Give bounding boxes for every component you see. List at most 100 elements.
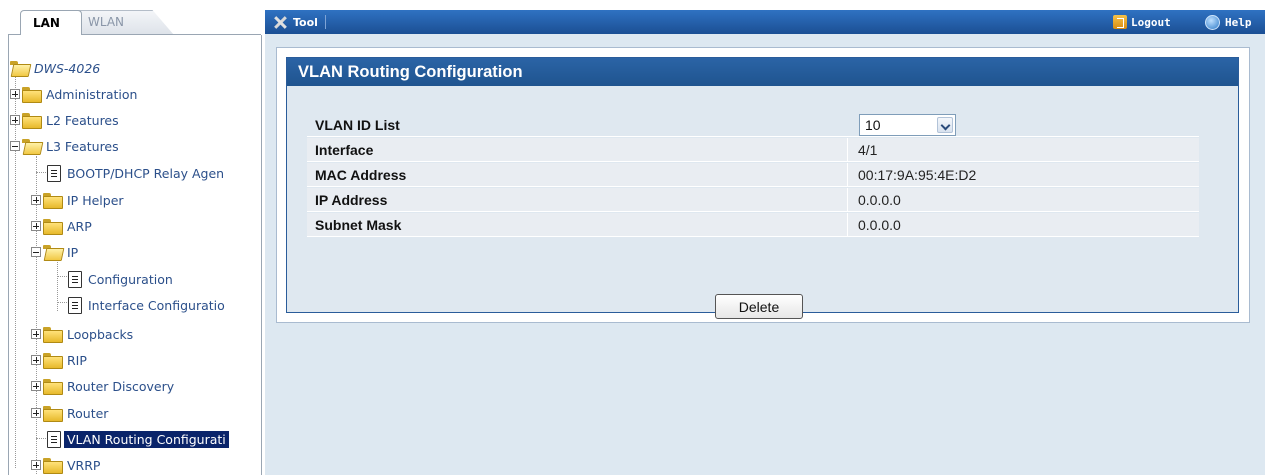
tree-item-bootp-dhcp-relay[interactable]: BOOTP/DHCP Relay Agen [44, 160, 224, 186]
tree-item-label: VRRP [67, 457, 101, 473]
collapse-minus-icon[interactable] [31, 247, 41, 257]
main-content: VLAN Routing Configuration VLAN ID List … [265, 34, 1265, 475]
row-label: MAC Address [315, 167, 407, 183]
vlan-id-select-value: 10 [865, 117, 881, 133]
tree-item-router-discovery[interactable]: Router Discovery [31, 373, 174, 399]
cell-divider [847, 188, 848, 212]
page-title: VLAN Routing Configuration [298, 63, 523, 81]
page-icon [68, 296, 82, 314]
logout-label: Logout [1131, 15, 1171, 29]
help-label: Help [1225, 15, 1252, 29]
folder-open-icon [22, 139, 40, 153]
tab-wlan[interactable]: WLAN [76, 10, 168, 35]
expand-plus-icon[interactable] [31, 221, 41, 231]
row-label: Subnet Mask [315, 217, 402, 233]
tree-item-interface-configuration[interactable]: Interface Configuratio [65, 292, 225, 318]
tree-root-label: DWS-4026 [34, 60, 101, 76]
tree-item-vrrp[interactable]: VRRP [31, 452, 100, 475]
tools-icon [272, 15, 288, 29]
folder-icon [43, 219, 63, 235]
folder-icon [43, 327, 63, 343]
row-label: Interface [315, 142, 374, 158]
top-toolbar: Tool Logout Help [265, 10, 1265, 34]
tree-item-ip-helper[interactable]: IP Helper [31, 187, 124, 213]
tree-item-label: L3 Features [46, 138, 119, 154]
tree-item-loopbacks[interactable]: Loopbacks [31, 321, 133, 347]
chevron-down-icon[interactable] [937, 117, 953, 133]
tree-item-label: Administration [46, 86, 138, 102]
expand-plus-icon[interactable] [31, 381, 41, 391]
collapse-minus-icon[interactable] [10, 141, 20, 151]
tree-item-vlan-routing-configuration[interactable]: VLAN Routing Configurati [44, 426, 229, 452]
row-value: 4/1 [858, 142, 878, 158]
tree-item-arp[interactable]: ARP [31, 213, 92, 239]
tree-item-label: IP Helper [67, 192, 124, 208]
cell-divider [847, 138, 848, 162]
expand-plus-icon[interactable] [31, 408, 41, 418]
row-label: IP Address [315, 192, 388, 208]
tree-item-label: Interface Configuratio [88, 297, 225, 313]
tree-item-label: VLAN Routing Configurati [64, 430, 229, 448]
cell-divider [847, 163, 848, 187]
logout-icon [1113, 15, 1127, 29]
panel-header: VLAN Routing Configuration [287, 58, 1238, 86]
tree-item-label: Router Discovery [67, 378, 175, 394]
row-label: VLAN ID List [315, 117, 400, 133]
expand-plus-icon[interactable] [31, 329, 41, 339]
tab-lan[interactable]: LAN [20, 10, 82, 35]
help-icon [1205, 14, 1220, 30]
tree-item-label: IP [67, 244, 79, 260]
expand-plus-icon[interactable] [31, 195, 41, 205]
config-panel: VLAN Routing Configuration VLAN ID List … [276, 47, 1250, 323]
tool-menu-button[interactable]: Tool [272, 10, 318, 34]
table-row-vlan-id: VLAN ID List 10 [307, 113, 1199, 137]
expand-plus-icon[interactable] [31, 355, 41, 365]
panel-body: VLAN ID List 10 Interface 4/1 MAC Addres… [287, 86, 1238, 312]
expand-plus-icon[interactable] [31, 460, 41, 470]
tree-item-label: Configuration [88, 271, 173, 287]
tree-item-label: Loopbacks [67, 326, 134, 342]
tree-item-router[interactable]: Router [31, 400, 108, 426]
expand-plus-icon[interactable] [10, 89, 20, 99]
page-icon [47, 164, 61, 182]
tree-item-label: RIP [67, 352, 87, 368]
table-row-subnet-mask: Subnet Mask 0.0.0.0 [307, 213, 1199, 237]
table-row-mac-address: MAC Address 00:17:9A:95:4E:D2 [307, 163, 1199, 187]
row-value: 0.0.0.0 [858, 192, 901, 208]
table-row-ip-address: IP Address 0.0.0.0 [307, 188, 1199, 212]
tree-item-ip-configuration[interactable]: Configuration [65, 266, 173, 292]
tool-label: Tool [293, 15, 318, 29]
row-value: 00:17:9A:95:4E:D2 [858, 167, 977, 183]
logout-button[interactable]: Logout [1113, 10, 1171, 34]
folder-icon [43, 458, 63, 474]
page-icon [68, 270, 82, 288]
expand-plus-icon[interactable] [10, 115, 20, 125]
tree-connector [57, 259, 58, 311]
delete-button[interactable]: Delete [715, 294, 803, 319]
folder-open-icon [43, 245, 61, 259]
tree-item-ip[interactable]: IP [31, 239, 78, 265]
folder-icon [22, 87, 42, 103]
tree-item-label: BOOTP/DHCP Relay Agen [67, 165, 225, 181]
sidebar-left-border [8, 35, 9, 475]
sidebar-right-border [261, 35, 262, 475]
cell-divider [847, 213, 848, 237]
tree-item-l2-features[interactable]: L2 Features [10, 107, 119, 133]
folder-icon [43, 406, 63, 422]
tree-item-label: ARP [67, 218, 92, 234]
help-button[interactable]: Help [1205, 10, 1252, 34]
navigation-pane: LAN WLAN DWS-4026 Administration L2 Feat… [0, 0, 265, 475]
folder-icon [43, 193, 63, 209]
tree-root[interactable]: DWS-4026 [10, 55, 100, 81]
folder-icon [43, 353, 63, 369]
row-value: 0.0.0.0 [858, 217, 901, 233]
tree-item-administration[interactable]: Administration [10, 81, 137, 107]
folder-icon [22, 113, 42, 129]
navigation-tree: DWS-4026 Administration L2 Features L3 F… [10, 54, 260, 475]
tree-item-label: Router [67, 405, 109, 421]
vlan-id-select[interactable]: 10 [859, 114, 956, 136]
tree-item-l3-features[interactable]: L3 Features [10, 133, 119, 159]
folder-open-icon [10, 61, 28, 75]
tree-item-rip[interactable]: RIP [31, 347, 87, 373]
toolbar-separator [325, 15, 326, 29]
